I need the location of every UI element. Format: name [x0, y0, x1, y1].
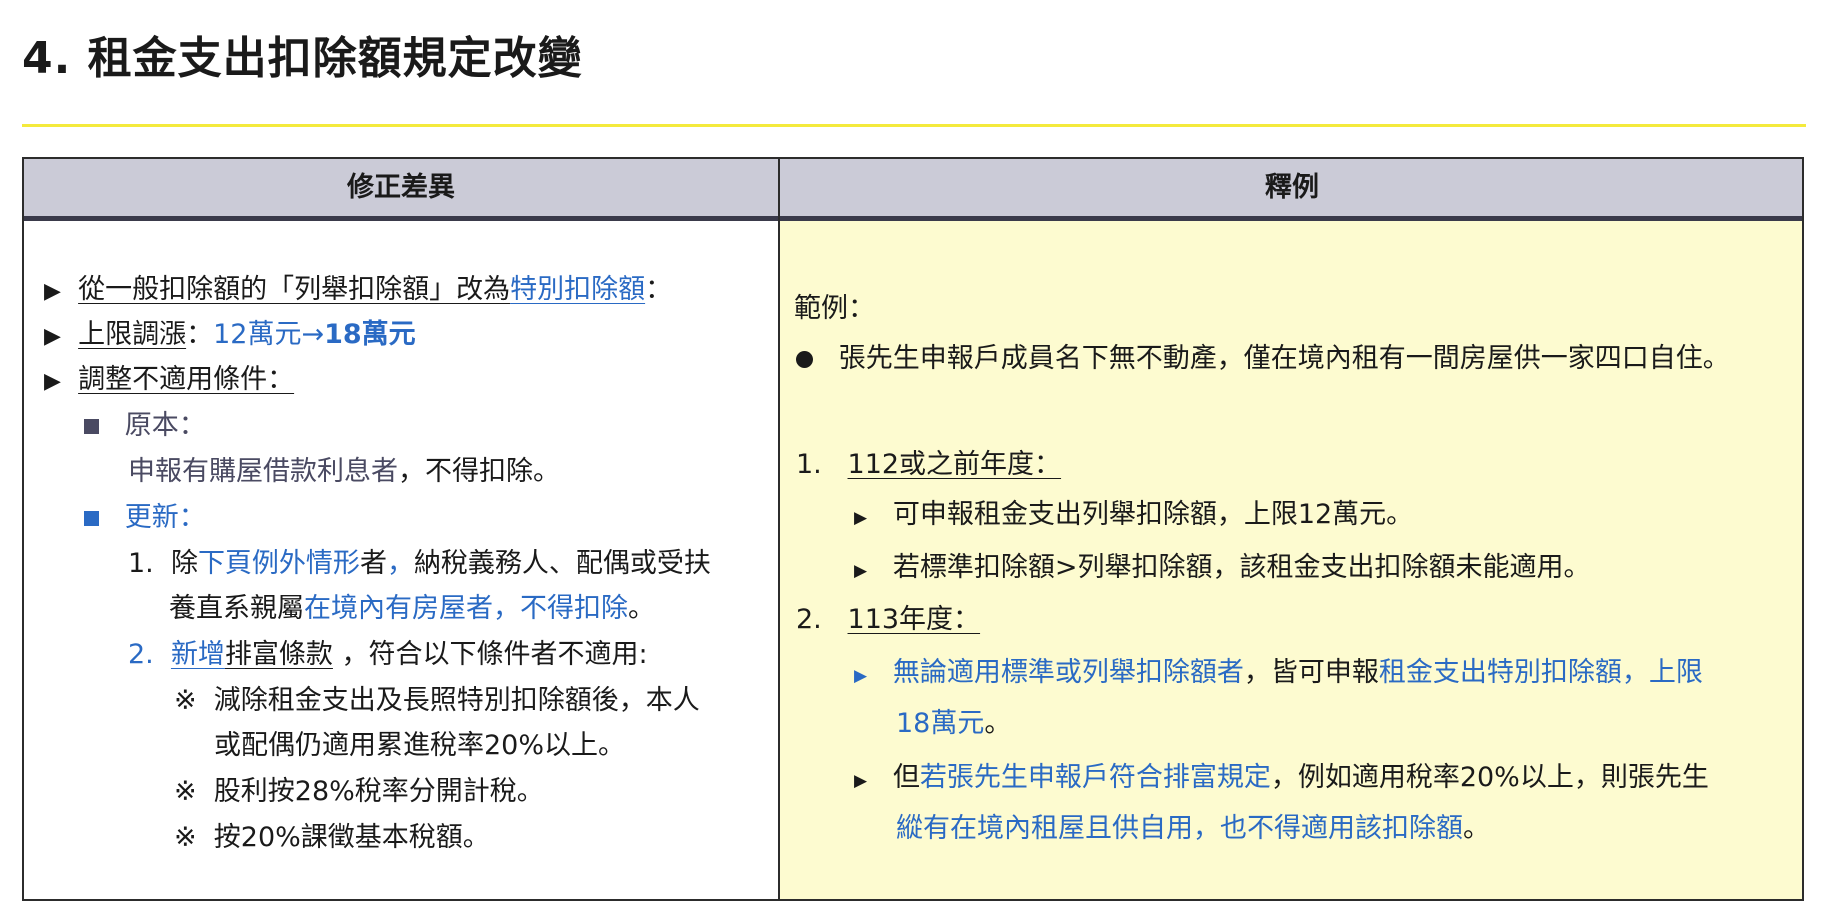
- list-item-conditions: ▶ 調整不適用條件：: [44, 363, 294, 399]
- updated-item-2: 2. 新增排富條款 ，符合以下條件者不適用:: [128, 638, 648, 672]
- triangle-right-icon: ▶: [854, 508, 868, 528]
- text: ，例如適用稅率20%以上，則張先生: [1270, 762, 1709, 793]
- year-113-point-1: ▶ 無論適用標準或列舉扣除額者，皆可申報租金支出特別扣除額，上限: [854, 656, 1703, 693]
- conditions-label: 調整不適用條件：: [78, 364, 295, 395]
- year-113-heading: 2. 113年度：: [796, 603, 980, 637]
- highlight-text: 租金支出特別扣除額，上限: [1378, 657, 1703, 688]
- triangle-right-icon: ▶: [44, 369, 61, 394]
- example-label: 範例：: [794, 293, 875, 324]
- condition-1: ※ 減除租金支出及長照特別扣除額後，本人: [174, 684, 700, 718]
- old-limit: 12萬元→: [213, 319, 325, 350]
- text: 除: [170, 548, 198, 579]
- wealth-clause-label: 排富條款: [224, 639, 333, 670]
- text: 。: [1463, 813, 1490, 844]
- year-113-point-2: ▶ 但若張先生申報戶符合排富規定，例如適用稅率20%以上，則張先生: [854, 761, 1709, 798]
- header-examples: 釋例: [1265, 172, 1319, 203]
- item-number: 2.: [128, 639, 154, 670]
- item-number: 1.: [128, 548, 154, 579]
- text: 可申報租金支出列舉扣除額，上限12萬元。: [892, 499, 1414, 530]
- circle-bullet-icon: [796, 351, 813, 368]
- list-item-deduction-type: ▶ 從一般扣除額的「列舉扣除額」改為特別扣除額：: [44, 273, 672, 309]
- colon: ：: [645, 274, 673, 305]
- text: 者: [359, 548, 387, 579]
- text: ，: [386, 548, 414, 579]
- text: 但: [892, 762, 920, 793]
- square-bullet-icon: [84, 419, 99, 434]
- original-rule-text: 申報有購屋借款利息者，不得扣除。: [128, 455, 560, 489]
- table-header: 修正差異 釋例: [24, 159, 1802, 221]
- condition-1-cont: 或配偶仍適用累進稅率20%以上。: [214, 729, 625, 763]
- year-112-point-2: ▶ 若標準扣除額>列舉扣除額，該租金支出扣除額未能適用。: [854, 551, 1590, 588]
- triangle-right-icon: ▶: [44, 324, 61, 349]
- text: 股利按28%稅率分開計稅。: [213, 776, 544, 807]
- new-limit: 18萬元: [324, 319, 416, 350]
- text: 。: [628, 593, 655, 624]
- text: 。: [984, 708, 1012, 739]
- list-item-limit: ▶ 上限調漲：12萬元→18萬元: [44, 318, 416, 354]
- condition-2: ※ 股利按28%稅率分開計稅。: [174, 775, 544, 809]
- new-label: 新增: [170, 639, 225, 670]
- triangle-right-icon: ▶: [854, 771, 868, 791]
- header-differences: 修正差異: [347, 172, 455, 203]
- text: 若標準扣除額>列舉扣除額，該租金支出扣除額未能適用。: [892, 552, 1591, 583]
- original-label: 原本：: [124, 410, 206, 441]
- column-divider: [778, 159, 780, 899]
- comparison-table: 修正差異 釋例 ▶ 從一般扣除額的「列舉扣除額」改為特別扣除額： ▶ 上限調漲：…: [22, 157, 1804, 901]
- special-deduction-link[interactable]: 特別扣除額: [510, 274, 645, 305]
- year-112-point-1: ▶ 可申報租金支出列舉扣除額，上限12萬元。: [854, 498, 1413, 535]
- example-scenario: 張先生申報戶成員名下無不動產，僅在境內租有一間房屋供一家四口自住。: [796, 342, 1730, 376]
- colon: ：: [186, 319, 214, 350]
- triangle-right-icon: ▶: [44, 279, 61, 304]
- triangle-right-icon: ▶: [854, 666, 868, 686]
- title-underline: [22, 124, 1806, 127]
- highlight-text: 在境內有房屋者，不得扣除: [304, 593, 628, 624]
- text: ，皆可申報: [1243, 657, 1379, 688]
- condition-3: ※ 按20%課徵基本稅額。: [174, 821, 490, 855]
- text: 或配偶仍適用累進稅率20%以上。: [214, 730, 626, 761]
- original-rule-b: ，不得扣除。: [398, 456, 560, 487]
- highlight-text: 縱有在境內租屋且供自用，也不得適用該扣除額: [896, 813, 1463, 844]
- item-number: 2.: [796, 604, 822, 635]
- exception-link[interactable]: 下頁例外情形: [198, 548, 360, 579]
- deduction-type-text: 從一般扣除額的「列舉扣除額」改為: [78, 274, 511, 305]
- limit-label: 上限調漲: [78, 319, 187, 350]
- updated-label: 更新：: [124, 502, 206, 533]
- updated-rule-heading: 更新：: [84, 501, 206, 535]
- year-label: 112或之前年度：: [847, 449, 1062, 480]
- page-title: 4. 租金支出扣除額規定改變: [22, 33, 583, 84]
- updated-item-1-cont: 養直系親屬在境內有房屋者，不得扣除。: [169, 592, 655, 626]
- reference-mark-icon: ※: [174, 776, 197, 807]
- text: 張先生申報戶成員名下無不動產，僅在境內租有一間房屋供一家四口自住。: [838, 343, 1730, 374]
- year-113-point-2-cont: 縱有在境內租屋且供自用，也不得適用該扣除額。: [896, 812, 1490, 846]
- text: 減除租金支出及長照特別扣除額後，本人: [213, 685, 700, 716]
- text: 納稅義務人、配偶或受扶: [413, 548, 711, 579]
- original-rule-a: 申報有購屋借款利息者: [128, 456, 398, 487]
- year-label: 113年度：: [847, 604, 981, 635]
- text: 養直系親屬: [169, 593, 304, 624]
- year-112-heading: 1. 112或之前年度：: [796, 448, 1061, 482]
- highlight-text: 18萬元: [896, 708, 985, 739]
- text: ，符合以下條件者不適用:: [332, 639, 648, 670]
- highlight-text: 無論適用標準或列舉扣除額者: [892, 657, 1244, 688]
- text: 按20%課徵基本稅額。: [213, 822, 490, 853]
- year-113-point-1-cont: 18萬元。: [896, 707, 1011, 741]
- reference-mark-icon: ※: [174, 685, 197, 716]
- square-bullet-icon: [84, 511, 99, 526]
- original-rule-heading: 原本：: [84, 409, 206, 443]
- triangle-right-icon: ▶: [854, 561, 868, 581]
- updated-item-1: 1. 除下頁例外情形者，納稅義務人、配偶或受扶: [128, 547, 711, 581]
- highlight-text: 若張先生申報戶符合排富規定: [919, 762, 1271, 793]
- item-number: 1.: [796, 449, 822, 480]
- reference-mark-icon: ※: [174, 822, 197, 853]
